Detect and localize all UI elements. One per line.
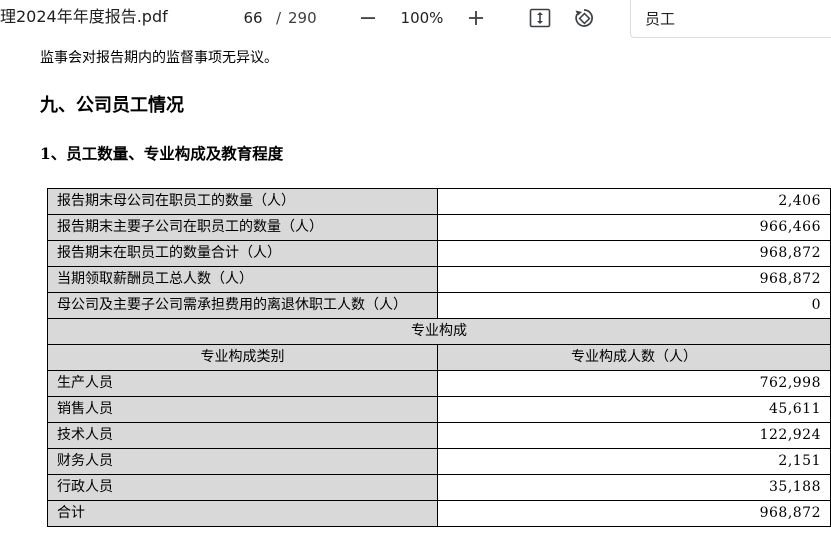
table-row: 报告期末母公司在职员工的数量（人） 2,406 <box>47 188 831 215</box>
row-label: 母公司及主要子公司需承担费用的离退休职工人数（人） <box>47 292 438 319</box>
row-value: 2,151 <box>437 448 831 475</box>
row-value: 762,998 <box>437 370 831 397</box>
table-row: 当期领取薪酬员工总人数（人） 968,872 <box>47 266 831 293</box>
minus-icon <box>361 17 375 19</box>
table-row: 行政人员 35,188 <box>47 474 831 501</box>
row-label: 报告期末母公司在职员工的数量（人） <box>47 188 438 215</box>
row-label: 报告期末主要子公司在职员工的数量（人） <box>47 214 438 241</box>
table-row: 销售人员 45,611 <box>47 396 831 423</box>
supervisory-statement: 监事会对报告期内的监督事项无异议。 <box>40 50 278 66</box>
row-value: 122,924 <box>437 422 831 449</box>
zoom-level[interactable]: 100% <box>400 8 444 28</box>
page-total: 290 <box>288 9 317 27</box>
table-header-row: 专业构成类别 专业构成人数（人） <box>47 344 831 371</box>
row-label: 财务人员 <box>47 448 438 475</box>
document-title: 理2024年年度报告.pdf <box>0 7 168 26</box>
row-value: 968,872 <box>437 266 831 293</box>
rotate-icon <box>575 9 593 27</box>
row-label: 技术人员 <box>47 422 438 449</box>
column-header-category: 专业构成类别 <box>47 344 438 371</box>
table-row: 财务人员 2,151 <box>47 448 831 475</box>
zoom-in-button[interactable] <box>462 4 490 32</box>
composition-band-title: 专业构成 <box>47 318 831 345</box>
search-input[interactable] <box>645 7 825 29</box>
table-row: 母公司及主要子公司需承担费用的离退休职工人数（人） 0 <box>47 292 831 319</box>
section-heading: 九、公司员工情况 <box>40 95 184 116</box>
sub-heading: 1、员工数量、专业构成及教育程度 <box>40 144 284 163</box>
search-box <box>630 0 831 38</box>
fit-to-page-button[interactable] <box>526 4 554 32</box>
row-label: 销售人员 <box>47 396 438 423</box>
row-label: 行政人员 <box>47 474 438 501</box>
row-value: 45,611 <box>437 396 831 423</box>
employee-table: 报告期末母公司在职员工的数量（人） 2,406 报告期末主要子公司在职员工的数量… <box>47 188 831 527</box>
pdf-toolbar: 理2024年年度报告.pdf 66 / 290 100% <box>0 0 831 38</box>
row-label: 当期领取薪酬员工总人数（人） <box>47 266 438 293</box>
row-label: 合计 <box>47 500 438 527</box>
row-value: 0 <box>437 292 831 319</box>
page-number-input[interactable]: 66 <box>240 8 266 28</box>
row-value: 2,406 <box>437 188 831 215</box>
page-separator: / <box>276 9 282 27</box>
fit-page-icon <box>529 8 551 28</box>
row-label: 生产人员 <box>47 370 438 397</box>
zoom-out-button[interactable] <box>354 4 382 32</box>
table-row: 技术人员 122,924 <box>47 422 831 449</box>
document-page: 监事会对报告期内的监督事项无异议。 九、公司员工情况 1、员工数量、专业构成及教… <box>0 36 831 534</box>
rotate-button[interactable] <box>570 4 598 32</box>
plus-icon <box>469 11 483 25</box>
row-value: 35,188 <box>437 474 831 501</box>
table-band-row: 专业构成 <box>47 318 831 345</box>
row-value: 968,872 <box>437 500 831 527</box>
table-row: 生产人员 762,998 <box>47 370 831 397</box>
table-row-total: 合计 968,872 <box>47 500 831 527</box>
table-row: 报告期末主要子公司在职员工的数量（人） 966,466 <box>47 214 831 241</box>
column-header-count: 专业构成人数（人） <box>437 344 831 371</box>
row-value: 966,466 <box>437 214 831 241</box>
row-value: 968,872 <box>437 240 831 267</box>
table-row: 报告期末在职员工的数量合计（人） 968,872 <box>47 240 831 267</box>
row-label: 报告期末在职员工的数量合计（人） <box>47 240 438 267</box>
